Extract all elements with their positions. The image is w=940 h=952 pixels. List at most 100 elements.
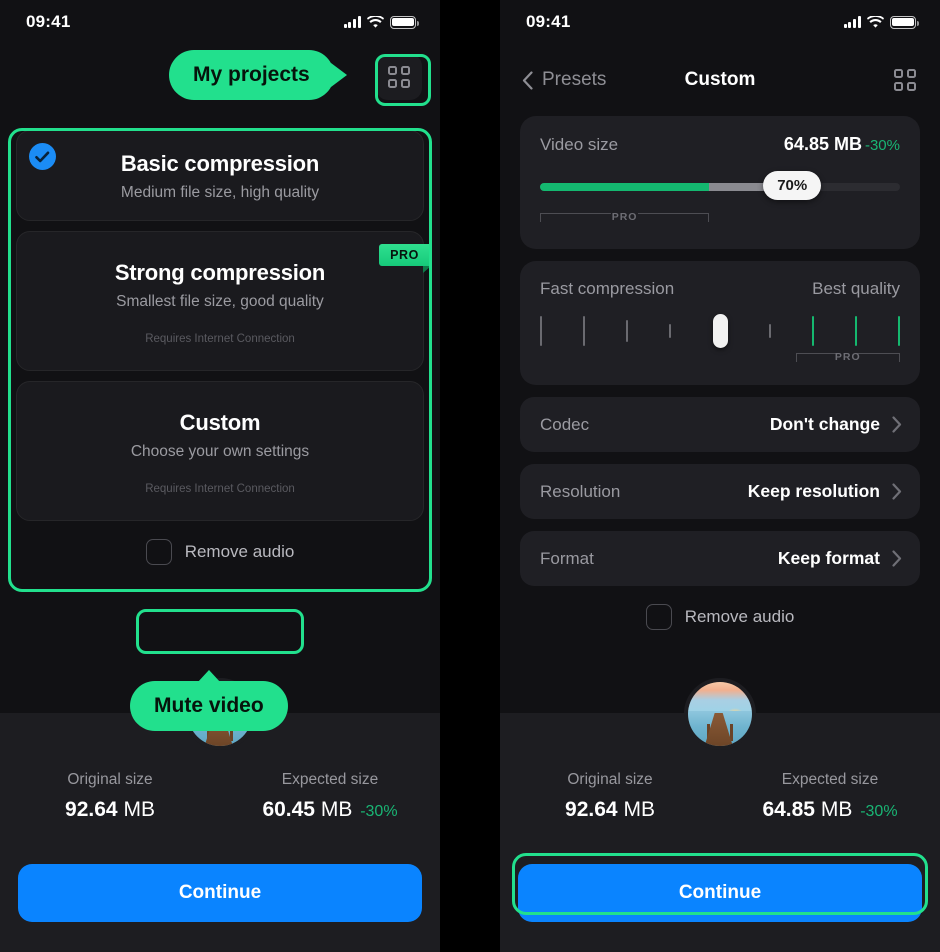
best-quality-label: Best quality bbox=[812, 279, 900, 298]
slider-fill-green bbox=[540, 183, 710, 191]
expected-size-delta: -30% bbox=[360, 803, 398, 820]
expected-size-number: 64.85 bbox=[762, 798, 815, 821]
fast-compression-label: Fast compression bbox=[540, 279, 675, 298]
preset-card-strong[interactable]: PRO Strong compression Smallest file siz… bbox=[16, 231, 431, 371]
stepper-tick[interactable] bbox=[583, 316, 586, 346]
bottom-summary-sheet-left: Original size 92.64 MB Expected size 60.… bbox=[0, 678, 440, 952]
remove-audio-checkbox[interactable] bbox=[645, 604, 672, 630]
stepper-tick[interactable] bbox=[768, 324, 771, 338]
preset-title: Custom bbox=[179, 409, 261, 435]
video-size-value: 64.85 MB -30% bbox=[784, 134, 900, 155]
battery-full-icon bbox=[890, 15, 919, 29]
setting-value: Keep format bbox=[777, 548, 880, 568]
setting-row-resolution[interactable]: Resolution Keep resolution bbox=[520, 464, 920, 519]
original-size-value: 92.64 MB bbox=[0, 798, 220, 822]
video-size-header: Video size 64.85 MB -30% bbox=[540, 134, 900, 155]
preset-card-custom[interactable]: Custom Choose your own settings Requires… bbox=[16, 381, 424, 521]
setting-row-codec[interactable]: Codec Don't change bbox=[520, 397, 920, 452]
dual-screenshot-stage: 09:41 Basic compression Medium file size… bbox=[0, 0, 940, 952]
chevron-right-icon bbox=[892, 483, 902, 500]
setting-label: Format bbox=[540, 548, 594, 568]
remove-audio-row-right[interactable]: Remove audio bbox=[520, 604, 920, 630]
grid-view-button-left[interactable] bbox=[376, 54, 422, 100]
stepper-tick-pro[interactable] bbox=[898, 316, 900, 346]
right-nav-bar: Presets Custom bbox=[500, 44, 940, 116]
back-to-presets-button[interactable]: Presets bbox=[522, 69, 606, 91]
preset-subtitle: Smallest file size, good quality bbox=[116, 292, 324, 310]
status-time: 09:41 bbox=[526, 12, 571, 31]
stepper-tick[interactable] bbox=[540, 316, 542, 346]
setting-value-group: Keep resolution bbox=[748, 481, 902, 502]
expected-size-delta: -30% bbox=[860, 803, 898, 820]
original-size-block: Original size 92.64 MB bbox=[0, 771, 220, 822]
stepper-tick-pro[interactable] bbox=[811, 316, 814, 346]
remove-audio-checkbox[interactable] bbox=[145, 539, 172, 565]
stepper-tick-pro[interactable] bbox=[854, 316, 857, 346]
original-size-value: 92.64 MB bbox=[500, 798, 720, 822]
video-size-card: Video size 64.85 MB -30% 70% PRO bbox=[520, 116, 920, 249]
tooltip-my-projects: My projects bbox=[169, 50, 334, 100]
expected-size-unit: MB bbox=[320, 798, 353, 821]
setting-label: Codec bbox=[540, 414, 590, 434]
expected-size-unit: MB bbox=[820, 798, 853, 821]
video-size-pro-range: PRO bbox=[540, 211, 710, 233]
preset-subtitle: Choose your own settings bbox=[130, 442, 310, 460]
setting-value-group: Don't change bbox=[770, 414, 902, 435]
wifi-icon bbox=[867, 15, 884, 29]
video-size-number: 64.85 MB bbox=[783, 134, 862, 154]
quality-pro-range: PRO bbox=[795, 351, 900, 369]
selected-check-icon bbox=[29, 143, 56, 170]
chevron-right-icon bbox=[892, 550, 902, 567]
setting-value: Keep resolution bbox=[747, 481, 880, 501]
stepper-thumb[interactable] bbox=[712, 314, 728, 348]
preset-title: Basic compression bbox=[120, 151, 320, 176]
original-size-number: 92.64 bbox=[65, 798, 118, 821]
original-size-label: Original size bbox=[67, 771, 153, 788]
preset-note: Requires Internet Connection bbox=[145, 482, 295, 495]
video-size-delta: -30% bbox=[864, 137, 900, 154]
chevron-left-icon bbox=[522, 70, 533, 90]
continue-button-left[interactable]: Continue bbox=[18, 864, 422, 922]
slider-track bbox=[540, 183, 900, 191]
left-phone-screen: 09:41 Basic compression Medium file size… bbox=[0, 0, 440, 952]
setting-value-group: Keep format bbox=[778, 548, 902, 569]
original-size-block: Original size 92.64 MB bbox=[500, 771, 720, 822]
remove-audio-label: Remove audio bbox=[184, 542, 295, 561]
original-size-number: 92.64 bbox=[565, 798, 618, 821]
setting-row-format[interactable]: Format Keep format bbox=[520, 531, 920, 586]
battery-full-icon bbox=[390, 15, 419, 29]
preset-subtitle: Medium file size, high quality bbox=[120, 184, 320, 201]
remove-audio-row-left[interactable]: Remove audio bbox=[16, 539, 424, 565]
expected-size-label: Expected size bbox=[281, 771, 379, 788]
expected-size-block: Expected size 64.85 MB -30% bbox=[720, 771, 940, 822]
chevron-right-icon bbox=[892, 416, 902, 433]
expected-size-label: Expected size bbox=[781, 771, 879, 788]
grid-view-button-right[interactable] bbox=[890, 65, 920, 95]
stepper-tick[interactable] bbox=[626, 320, 629, 342]
continue-button-right[interactable]: Continue bbox=[518, 864, 922, 922]
status-icons bbox=[843, 15, 919, 29]
expected-size-value: 60.45 MB -30% bbox=[220, 798, 440, 822]
preset-card-basic[interactable]: Basic compression Medium file size, high… bbox=[16, 130, 424, 221]
preset-card-list: Basic compression Medium file size, high… bbox=[0, 130, 440, 565]
status-bar-left: 09:41 bbox=[0, 0, 440, 44]
tooltip-mute-video: Mute video bbox=[130, 681, 288, 731]
status-bar-right: 09:41 bbox=[500, 0, 940, 44]
cellular-signal-icon bbox=[343, 16, 361, 28]
slider-thumb-value[interactable]: 70% bbox=[763, 171, 822, 200]
highlight-remove-audio bbox=[136, 609, 304, 654]
cellular-signal-icon bbox=[843, 16, 861, 28]
preset-title: Strong compression bbox=[114, 259, 326, 285]
grid-view-icon bbox=[388, 66, 410, 88]
setting-value: Don't change bbox=[769, 414, 880, 434]
remove-audio-label: Remove audio bbox=[684, 607, 795, 626]
pro-range-label: PRO bbox=[611, 211, 638, 223]
quality-stepper[interactable] bbox=[540, 311, 900, 351]
video-size-slider[interactable]: 70% bbox=[540, 171, 900, 205]
expected-size-block: Expected size 60.45 MB -30% bbox=[220, 771, 440, 822]
quality-labels: Fast compression Best quality bbox=[540, 279, 900, 299]
pro-badge: PRO bbox=[379, 244, 431, 273]
stepper-tick[interactable] bbox=[669, 324, 672, 338]
expected-size-value: 64.85 MB -30% bbox=[720, 798, 940, 822]
quality-stepper-card: Fast compression Best quality PRO bbox=[520, 261, 920, 385]
